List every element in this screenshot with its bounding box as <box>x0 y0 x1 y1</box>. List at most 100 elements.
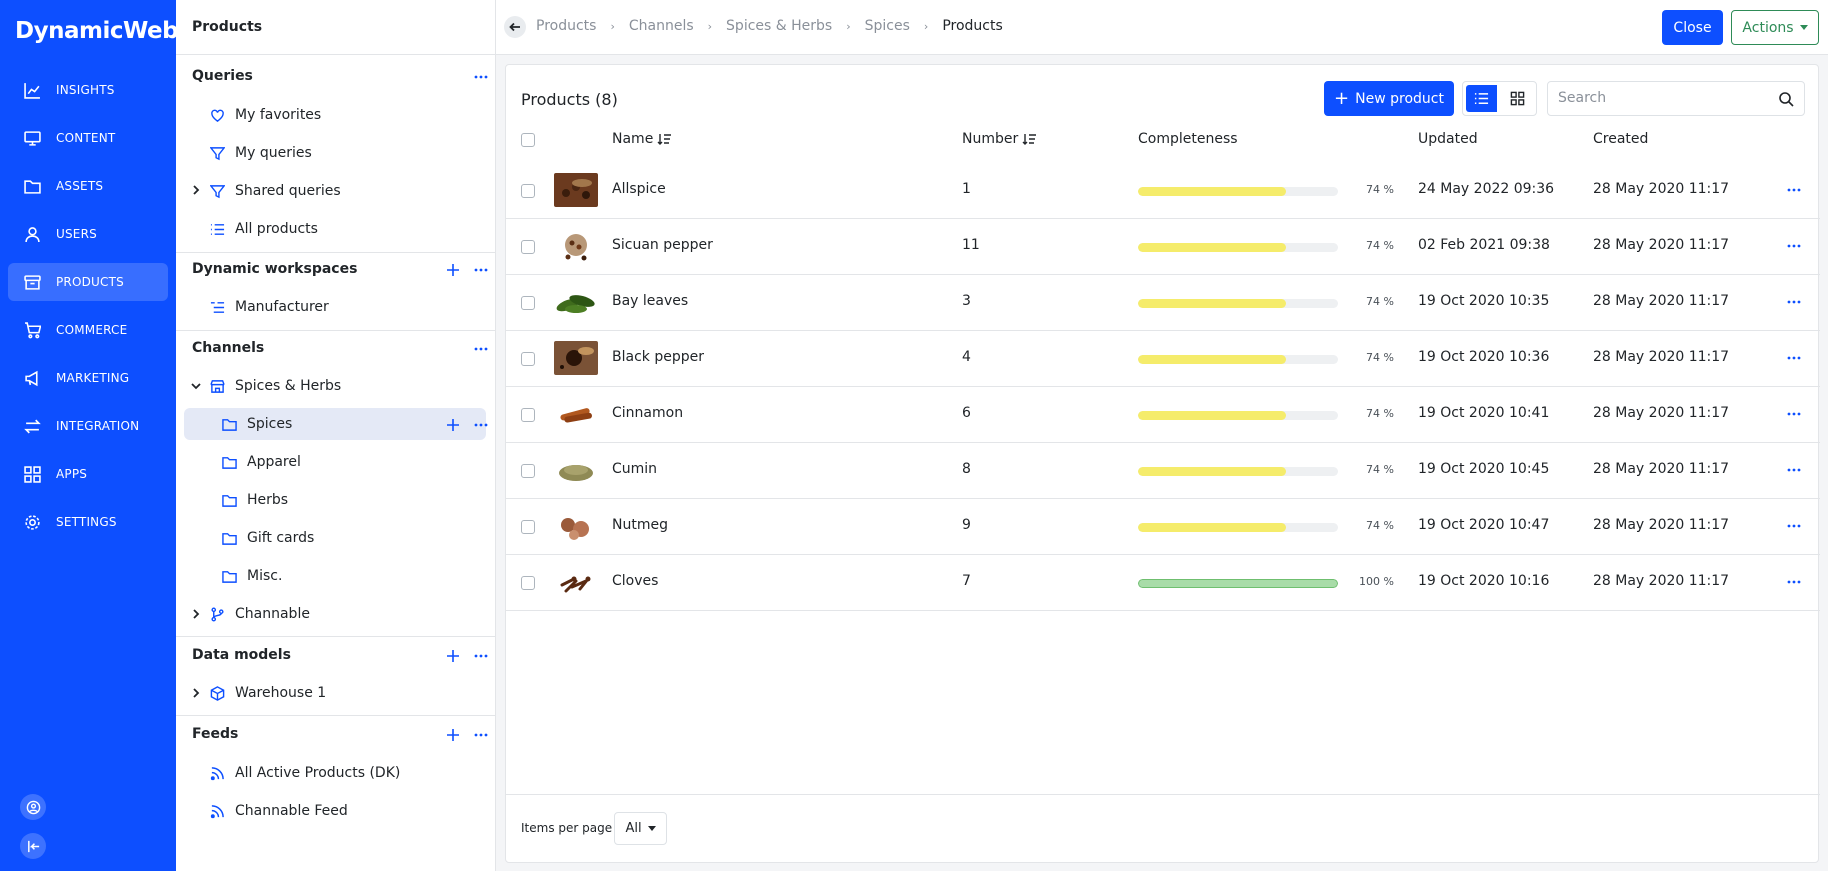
tree-item-all-products[interactable]: All products <box>210 213 318 245</box>
nav-insights[interactable]: INSIGHTS <box>8 71 168 109</box>
spices-add-button[interactable] <box>444 416 462 434</box>
grid-view-button[interactable] <box>1500 82 1536 115</box>
column-updated-header[interactable]: Updated <box>1418 131 1478 147</box>
tree-item-my-favorites[interactable]: My favorites <box>210 99 321 131</box>
product-name[interactable]: Cloves <box>612 573 658 589</box>
product-name[interactable]: Nutmeg <box>612 517 668 533</box>
list-view-button[interactable] <box>1466 85 1497 112</box>
product-name[interactable]: Cumin <box>612 461 657 477</box>
nav-settings[interactable]: SETTINGS <box>8 503 168 541</box>
close-button[interactable]: Close <box>1662 10 1723 45</box>
column-completeness-header[interactable]: Completeness <box>1138 131 1238 147</box>
row-more-button[interactable] <box>1784 293 1804 311</box>
nav-content[interactable]: CONTENT <box>8 119 168 157</box>
row-more-button[interactable] <box>1784 517 1804 535</box>
product-name[interactable]: Allspice <box>612 181 666 197</box>
queries-more-button[interactable] <box>472 68 490 86</box>
nav-users[interactable]: USERS <box>8 215 168 253</box>
tree-item-all-active-products[interactable]: All Active Products (DK) <box>210 757 400 789</box>
search-input[interactable] <box>1558 90 1758 106</box>
column-number-header[interactable]: Number <box>962 131 1037 147</box>
row-checkbox[interactable] <box>521 184 535 198</box>
tree-item-herbs[interactable]: Herbs <box>222 484 288 516</box>
datamodels-add-button[interactable] <box>444 647 462 665</box>
row-more-button[interactable] <box>1784 237 1804 255</box>
channels-more-button[interactable] <box>472 340 490 358</box>
workspaces-more-button[interactable] <box>472 261 490 279</box>
table-row[interactable]: Cumin 8 74 % 19 Oct 2020 10:45 28 May 2020 1… <box>506 443 1820 499</box>
row-more-button[interactable] <box>1784 573 1804 591</box>
tree-item-label: Misc. <box>247 568 283 584</box>
datamodels-more-button[interactable] <box>472 647 490 665</box>
product-name[interactable]: Black pepper <box>612 349 704 365</box>
table-row[interactable]: Cloves 7 100 % 19 Oct 2020 10:16 28 May 2020… <box>506 555 1820 611</box>
nav-assets[interactable]: ASSETS <box>8 167 168 205</box>
table-row[interactable]: Bay leaves 3 74 % 19 Oct 2020 10:35 28 May 2… <box>506 275 1820 331</box>
nav-products[interactable]: PRODUCTS <box>8 263 168 301</box>
tree-item-my-queries[interactable]: My queries <box>210 137 312 169</box>
breadcrumb-item[interactable]: Spices & Herbs <box>726 18 832 34</box>
chevron-right-icon[interactable] <box>190 608 202 620</box>
table-row[interactable]: Allspice 1 74 % 24 May 2022 09:36 28 May 202… <box>506 163 1820 219</box>
product-name[interactable]: Sicuan pepper <box>612 237 713 253</box>
spices-more-button[interactable] <box>472 416 490 434</box>
row-checkbox[interactable] <box>521 520 535 534</box>
tree-item-shared-queries[interactable]: Shared queries <box>210 175 341 207</box>
row-checkbox[interactable] <box>521 464 535 478</box>
new-product-button[interactable]: + New product <box>1324 81 1454 116</box>
chevron-down-icon[interactable] <box>190 380 202 392</box>
tree-item-gift-cards[interactable]: Gift cards <box>222 522 314 554</box>
table-row[interactable]: Cinnamon 6 74 % 19 Oct 2020 10:41 28 May 202… <box>506 387 1820 443</box>
row-checkbox[interactable] <box>521 576 535 590</box>
row-checkbox[interactable] <box>521 352 535 366</box>
feeds-more-button[interactable] <box>472 726 490 744</box>
profile-button[interactable] <box>20 794 46 820</box>
breadcrumb-item[interactable]: Products <box>536 18 596 34</box>
row-more-button[interactable] <box>1784 349 1804 367</box>
row-checkbox[interactable] <box>521 296 535 310</box>
row-checkbox[interactable] <box>521 240 535 254</box>
nav-label: USERS <box>56 227 97 241</box>
feeds-add-button[interactable] <box>444 726 462 744</box>
product-name[interactable]: Bay leaves <box>612 293 688 309</box>
row-checkbox[interactable] <box>521 408 535 422</box>
nav-label: CONTENT <box>56 131 116 145</box>
items-per-page-select[interactable]: All <box>614 812 667 845</box>
row-more-button[interactable] <box>1784 181 1804 199</box>
actions-dropdown[interactable]: Actions <box>1731 10 1819 45</box>
tree-item-warehouse-1[interactable]: Warehouse 1 <box>210 677 326 709</box>
tree-item-channable-feed[interactable]: Channable Feed <box>210 795 348 827</box>
tree-item-spices-herbs[interactable]: Spices & Herbs <box>210 370 341 402</box>
table-row[interactable]: Sicuan pepper 11 74 % 02 Feb 2021 09:38 28 M… <box>506 219 1820 275</box>
nav-marketing[interactable]: MARKETING <box>8 359 168 397</box>
app-logo[interactable]: DynamicWeb <box>15 18 179 44</box>
product-name[interactable]: Cinnamon <box>612 405 683 421</box>
nav-apps[interactable]: APPS <box>8 455 168 493</box>
search-icon[interactable] <box>1778 91 1794 107</box>
workspaces-add-button[interactable] <box>444 261 462 279</box>
nav-commerce[interactable]: COMMERCE <box>8 311 168 349</box>
column-label: Number <box>962 131 1019 147</box>
select-all-checkbox[interactable] <box>521 133 535 147</box>
row-more-button[interactable] <box>1784 461 1804 479</box>
table-row[interactable]: Nutmeg 9 74 % 19 Oct 2020 10:47 28 May 2020 … <box>506 499 1820 555</box>
chevron-right-icon[interactable] <box>190 184 202 196</box>
collapse-nav-button[interactable] <box>20 833 46 859</box>
divider <box>176 330 496 331</box>
tree-item-misc[interactable]: Misc. <box>222 560 282 592</box>
row-more-button[interactable] <box>1784 405 1804 423</box>
more-dots-icon <box>1787 244 1801 248</box>
table-row[interactable]: Black pepper 4 74 % 19 Oct 2020 10:36 28 May… <box>506 331 1820 387</box>
tree-item-channable[interactable]: Channable <box>210 598 310 630</box>
nav-integration[interactable]: INTEGRATION <box>8 407 168 445</box>
column-name-header[interactable]: Name <box>612 131 672 147</box>
chevron-right-icon[interactable] <box>190 687 202 699</box>
plus-icon: + <box>1334 87 1350 109</box>
tree-item-manufacturer[interactable]: Manufacturer <box>210 291 329 323</box>
back-button[interactable] <box>504 16 526 38</box>
breadcrumb-item[interactable]: Channels <box>629 18 694 34</box>
tree-item-spices[interactable]: Spices <box>184 408 486 440</box>
tree-item-apparel[interactable]: Apparel <box>222 446 301 478</box>
breadcrumb-item[interactable]: Spices <box>865 18 910 34</box>
column-created-header[interactable]: Created <box>1593 131 1648 147</box>
